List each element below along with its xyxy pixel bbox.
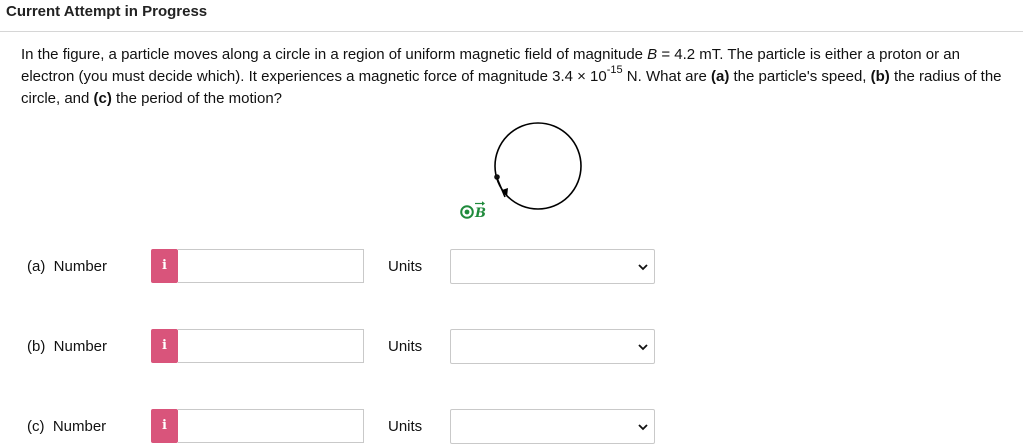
question-text-part: the particle's speed, bbox=[729, 68, 871, 85]
number-input[interactable] bbox=[178, 249, 364, 283]
part-a-marker: (a) bbox=[711, 68, 730, 85]
part-label: (b) Number bbox=[27, 338, 108, 355]
units-dropdown[interactable] bbox=[450, 409, 655, 444]
question-text: In the figure, a particle moves along a … bbox=[21, 44, 1011, 110]
units-label: Units bbox=[388, 338, 423, 355]
question-text-part: In the figure, a particle moves along a … bbox=[21, 46, 648, 63]
figure-svg: B bbox=[460, 122, 582, 221]
info-button[interactable]: i bbox=[151, 329, 178, 363]
info-button[interactable]: i bbox=[151, 409, 178, 443]
info-icon: i bbox=[162, 418, 167, 433]
units-label: Units bbox=[388, 258, 423, 275]
page-title: Current Attempt in Progress bbox=[6, 3, 208, 20]
chevron-down-icon bbox=[638, 264, 648, 271]
chevron-down-icon bbox=[638, 424, 648, 431]
info-icon: i bbox=[162, 258, 167, 273]
exponent: -15 bbox=[606, 64, 623, 76]
units-dropdown[interactable] bbox=[450, 329, 655, 364]
number-input[interactable] bbox=[178, 329, 364, 363]
answer-row-a: (a) Number i Units bbox=[0, 248, 1023, 288]
particle-orbit bbox=[494, 122, 582, 210]
chevron-down-icon bbox=[638, 344, 648, 351]
part-label: (a) Number bbox=[27, 258, 108, 275]
part-c-marker: (c) bbox=[93, 90, 112, 107]
question-text-part: N. What are bbox=[622, 68, 711, 85]
number-input[interactable] bbox=[178, 409, 364, 443]
part-label: (c) Number bbox=[27, 418, 107, 435]
units-label: Units bbox=[388, 418, 423, 435]
header-divider bbox=[0, 31, 1023, 32]
field-label: B bbox=[474, 206, 486, 221]
field-out-of-page-icon bbox=[460, 205, 474, 219]
answer-row-c: (c) Number i Units bbox=[0, 408, 1023, 448]
answer-row-b: (b) Number i Units bbox=[0, 328, 1023, 368]
part-b-marker: (b) bbox=[870, 68, 890, 85]
units-dropdown[interactable] bbox=[450, 249, 655, 284]
question-text-part: the period of the motion? bbox=[111, 90, 283, 107]
info-icon: i bbox=[162, 338, 167, 353]
circle-figure: B bbox=[450, 118, 600, 228]
variable-b: B bbox=[647, 46, 658, 63]
velocity-line bbox=[496, 177, 506, 198]
info-button[interactable]: i bbox=[151, 249, 178, 283]
